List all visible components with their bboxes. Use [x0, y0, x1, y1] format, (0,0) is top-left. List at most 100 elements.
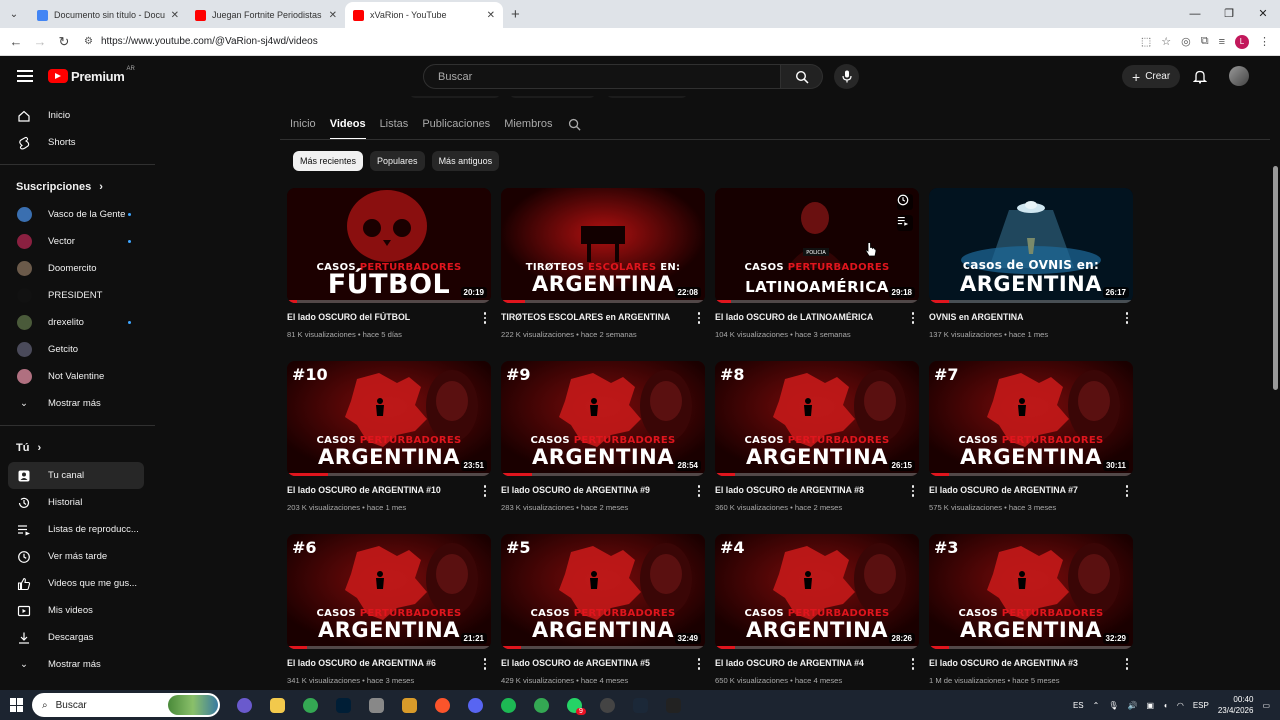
- speaker-icon[interactable]: ◖: [1163, 701, 1168, 710]
- volume-icon[interactable]: 🔊: [1127, 701, 1137, 710]
- more-actions-icon[interactable]: [908, 484, 918, 498]
- video-card[interactable]: TIRØTEOS ESCOLARES EN: ARGENTINA 22:08 TIRØ…: [501, 188, 705, 361]
- video-thumbnail[interactable]: #3 CASOS PERTURBADORES ARGENTINA 32:29: [929, 534, 1133, 649]
- voice-search-button[interactable]: [834, 64, 859, 89]
- channel-search-icon[interactable]: [568, 110, 582, 138]
- minimize-icon[interactable]: —: [1178, 0, 1212, 28]
- new-tab-button[interactable]: +: [511, 6, 520, 23]
- sidebar-item-shorts[interactable]: Shorts: [0, 129, 155, 156]
- show-more-subscriptions[interactable]: ⌄ Mostrar más: [0, 390, 155, 417]
- file-explorer-icon[interactable]: [263, 691, 291, 719]
- more-actions-icon[interactable]: [480, 484, 490, 498]
- subscription-item[interactable]: Not Valentine: [0, 363, 155, 390]
- video-title[interactable]: El lado OSCURO de LATINOAMÉRICA: [715, 312, 919, 322]
- network-icon[interactable]: ▣: [1146, 701, 1154, 710]
- sidebar-item-like[interactable]: Videos que me gus...: [0, 570, 155, 597]
- sidebar-item-inicio[interactable]: Inicio: [0, 102, 155, 129]
- tab-search-icon[interactable]: ⌄: [3, 3, 25, 25]
- more-actions-icon[interactable]: [480, 311, 490, 325]
- video-card[interactable]: #3 CASOS PERTURBADORES ARGENTINA 32:29 El la…: [929, 534, 1133, 690]
- chevron-up-icon[interactable]: ⌃: [1093, 701, 1100, 710]
- video-thumbnail[interactable]: TIRØTEOS ESCOLARES EN: ARGENTINA 22:08: [501, 188, 705, 303]
- more-actions-icon[interactable]: [480, 657, 490, 671]
- install-app-icon[interactable]: ⬚: [1141, 35, 1151, 48]
- subscriptions-header[interactable]: Suscripciones ›: [0, 173, 155, 201]
- video-thumbnail[interactable]: #9 CASOS PERTURBADORES ARGENTINA 28:54: [501, 361, 705, 476]
- tab-videos[interactable]: Videos: [329, 110, 366, 140]
- search-button[interactable]: [781, 64, 823, 89]
- you-header[interactable]: Tú ›: [0, 434, 155, 462]
- video-title[interactable]: El lado OSCURO de ARGENTINA #3: [929, 658, 1133, 668]
- video-title[interactable]: El lado OSCURO de ARGENTINA #7: [929, 485, 1133, 495]
- sidebar-item-history[interactable]: Historial: [0, 489, 155, 516]
- video-card[interactable]: #4 CASOS PERTURBADORES ARGENTINA 28:26 El la…: [715, 534, 919, 690]
- video-title[interactable]: El lado OSCURO de ARGENTINA #8: [715, 485, 919, 495]
- video-card[interactable]: #10 CASOS PERTURBADORES ARGENTINA 23:51 El l…: [287, 361, 491, 534]
- video-title[interactable]: OVNIS en ARGENTINA: [929, 312, 1133, 322]
- brave-icon[interactable]: [428, 691, 456, 719]
- clock[interactable]: 00:40 23/4/2026: [1218, 694, 1254, 716]
- video-card[interactable]: #5 CASOS PERTURBADORES ARGENTINA 32:49 El la…: [501, 534, 705, 690]
- video-thumbnail[interactable]: #4 CASOS PERTURBADORES ARGENTINA 28:26: [715, 534, 919, 649]
- video-card[interactable]: POLICIA CASOS PERTURBADORES LATINOAMÉRICA 2…: [715, 188, 919, 361]
- windows-start-icon[interactable]: [10, 698, 24, 712]
- youtube-premium-logo[interactable]: Premium AR: [48, 66, 135, 84]
- close-window-icon[interactable]: ✕: [1246, 0, 1280, 28]
- more-actions-icon[interactable]: [694, 657, 704, 671]
- video-thumbnail[interactable]: #6 CASOS PERTURBADORES ARGENTINA 21:21: [287, 534, 491, 649]
- video-thumbnail[interactable]: #7 CASOS PERTURBADORES ARGENTINA 30:11: [929, 361, 1133, 476]
- video-card[interactable]: casos de OVNIS en: ARGENTINA 26:17 OVNIS en…: [929, 188, 1133, 361]
- tab-miembros[interactable]: Miembros: [504, 110, 552, 138]
- close-tab-icon[interactable]: ✕: [329, 10, 337, 21]
- account-avatar[interactable]: [1229, 66, 1249, 86]
- discord-icon[interactable]: [461, 691, 489, 719]
- video-title[interactable]: El lado OSCURO de ARGENTINA #10: [287, 485, 491, 495]
- more-actions-icon[interactable]: [1122, 657, 1132, 671]
- tab-inicio[interactable]: Inicio: [290, 110, 316, 138]
- app-icon[interactable]: [362, 691, 390, 719]
- input-language-short[interactable]: ES: [1073, 701, 1084, 710]
- subscription-item[interactable]: Vasco de la Gente: [0, 201, 155, 228]
- filter-chip[interactable]: Más antiguos: [431, 151, 500, 171]
- video-card[interactable]: #8 CASOS PERTURBADORES ARGENTINA 26:15 El la…: [715, 361, 919, 534]
- taskbar-search[interactable]: ⌕ Buscar: [32, 693, 220, 717]
- show-more-you[interactable]: ⌄ Mostrar más: [0, 651, 155, 678]
- tab-groups-icon[interactable]: ≡: [1219, 36, 1225, 48]
- video-title[interactable]: El lado OSCURO de ARGENTINA #9: [501, 485, 705, 495]
- steam-icon[interactable]: [626, 691, 654, 719]
- more-actions-icon[interactable]: [908, 657, 918, 671]
- subscription-item[interactable]: drexelito: [0, 309, 155, 336]
- subscription-item[interactable]: Vector: [0, 228, 155, 255]
- copilot-icon[interactable]: [230, 691, 258, 719]
- subscription-item[interactable]: Getcito: [0, 336, 155, 363]
- profile-avatar[interactable]: L: [1235, 34, 1249, 49]
- filter-chip[interactable]: Populares: [370, 151, 425, 171]
- sidebar-item-download[interactable]: Descargas: [0, 624, 155, 651]
- close-tab-icon[interactable]: ✕: [171, 10, 179, 21]
- watch-later-icon[interactable]: [897, 194, 913, 210]
- video-card[interactable]: #7 CASOS PERTURBADORES ARGENTINA 30:11 El la…: [929, 361, 1133, 534]
- video-title[interactable]: El lado OSCURO de ARGENTINA #4: [715, 658, 919, 668]
- notifications-button[interactable]: [1192, 69, 1208, 89]
- bookmark-star-icon[interactable]: ☆: [1161, 35, 1171, 48]
- video-thumbnail[interactable]: POLICIA CASOS PERTURBADORES LATINOAMÉRICA 2…: [715, 188, 919, 303]
- video-title[interactable]: El lado OSCURO de ARGENTINA #5: [501, 658, 705, 668]
- video-thumbnail[interactable]: casos de OVNIS en: ARGENTINA 26:17: [929, 188, 1133, 303]
- more-actions-icon[interactable]: [694, 484, 704, 498]
- sidebar-item-my-videos[interactable]: Mis videos: [0, 597, 155, 624]
- chrome-icon[interactable]: [527, 691, 555, 719]
- wifi-icon[interactable]: ◠: [1177, 701, 1184, 710]
- more-actions-icon[interactable]: [694, 311, 704, 325]
- restore-icon[interactable]: ❐: [1212, 0, 1246, 28]
- video-card[interactable]: #9 CASOS PERTURBADORES ARGENTINA 28:54 El la…: [501, 361, 705, 534]
- video-thumbnail[interactable]: #10 CASOS PERTURBADORES ARGENTINA 23:51: [287, 361, 491, 476]
- subscription-item[interactable]: Doomercito: [0, 255, 155, 282]
- close-tab-icon[interactable]: ✕: [487, 10, 495, 21]
- mic-tray-icon[interactable]: 🎙: [1108, 701, 1118, 710]
- site-info-icon[interactable]: ⚙: [84, 36, 93, 47]
- video-card[interactable]: CASOS PERTURBADORES FÚTBOL 20:19 El lado OS…: [287, 188, 491, 361]
- back-icon[interactable]: ←: [4, 34, 28, 49]
- more-actions-icon[interactable]: [1122, 484, 1132, 498]
- sidebar-item-channel[interactable]: Tu canal: [8, 462, 144, 489]
- filter-chip[interactable]: Más recientes: [293, 151, 364, 171]
